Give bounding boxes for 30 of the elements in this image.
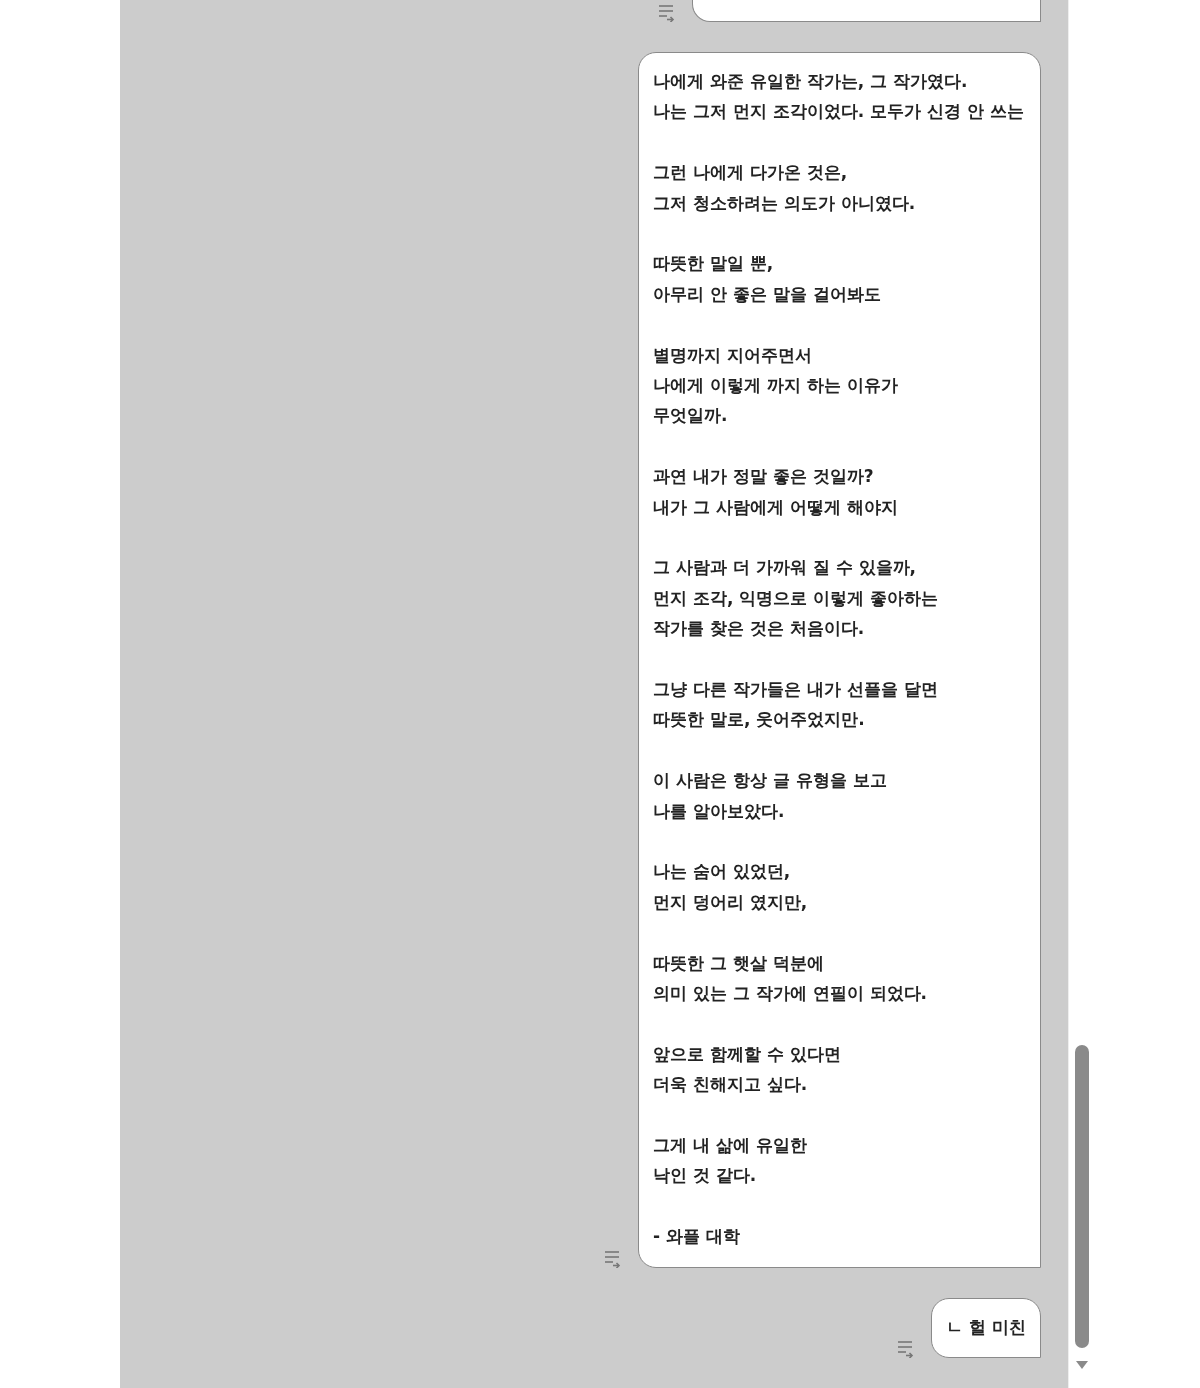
- message-text: 아무리 안 좋은 말을 걸어봐도: [653, 282, 882, 306]
- message-text: ㄴ 헐 미친: [946, 1315, 1026, 1339]
- message-text: 앞으로 함께할 수 있다면: [653, 1042, 842, 1066]
- message-text: 그저 청소하려는 의도가 아니였다.: [653, 191, 917, 215]
- message-text: 그 사람과 더 가까워 질 수 있을까,: [653, 556, 917, 580]
- message-text: 나에게 와준 유일한 작가는, 그 작가였다.: [653, 69, 969, 93]
- message-text: 이 사람은 항상 글 유형을 보고: [653, 769, 888, 793]
- message-text: 의미 있는 그 작가에 연필이 되었다.: [653, 982, 929, 1005]
- message-text: 먼지 조각, 익명으로 이렇게 좋아하는: [653, 586, 940, 610]
- message-text: 그런 나에게 다가온 것은,: [653, 161, 849, 185]
- scroll-thumb[interactable]: [1075, 1045, 1089, 1348]
- message-text: - 와플 대학: [653, 1225, 741, 1249]
- message-text: 별명까지 지어주면서: [653, 343, 813, 367]
- message-text: 따뜻한 말일 뿐,: [653, 252, 775, 276]
- message-text: 나는 그저 먼지 조각이었다. 모두가 신경 안 쓰는: [653, 100, 1025, 124]
- message-text: 따뜻한 그 햇살 덕분에: [653, 951, 825, 975]
- message-text: 먼지 덩어리 였지만,: [653, 890, 809, 914]
- message-text: 나는 숨어 있었던,: [653, 860, 792, 884]
- message-text: 그냥 다른 작가들은 내가 선플을 달면: [653, 677, 939, 701]
- message-text: 작가를 찾은 것은 처음이다.: [653, 617, 866, 641]
- message-text: 더욱 친해지고 싶다.: [653, 1073, 809, 1097]
- message-text: 낙인 것 같다.: [653, 1164, 758, 1188]
- message-text: 과연 내가 정말 좋은 것일까?: [653, 465, 875, 489]
- message-text: 나를 알아보았다.: [653, 799, 786, 823]
- message-text: 내가 그 사람에게 어떻게 해야지: [653, 495, 899, 519]
- message-text: 따뜻한 말로, 웃어주었지만.: [653, 708, 866, 732]
- scroll-down-icon[interactable]: [1075, 1360, 1089, 1370]
- message-text: 나에게 이렇게 까지 하는 이유가: [653, 373, 899, 397]
- message-text: 그게 내 삶에 유일한: [653, 1134, 808, 1157]
- message-text: 무엇일까.: [653, 404, 729, 428]
